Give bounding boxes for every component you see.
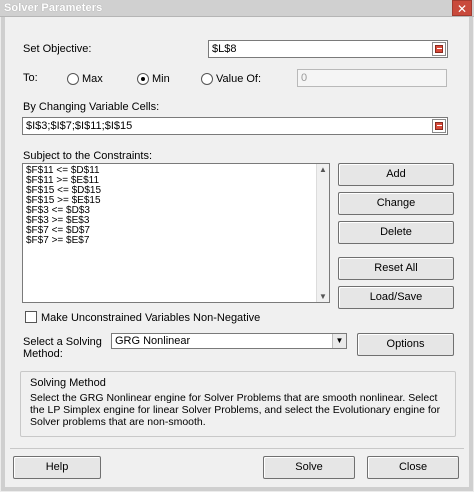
delete-button[interactable]: Delete [338, 221, 454, 244]
dropdown-arrow-icon[interactable]: ▼ [332, 334, 346, 348]
change-button[interactable]: Change [338, 192, 454, 215]
title-bar: Solver Parameters ✕ [0, 0, 474, 17]
changing-cells-label: By Changing Variable Cells: [23, 101, 160, 113]
solving-method-selected: GRG Nonlinear [115, 335, 191, 347]
load-save-button[interactable]: Load/Save [338, 286, 454, 309]
scroll-down-icon[interactable]: ▼ [317, 291, 329, 302]
max-radio-label: Max [82, 73, 103, 85]
collapse-dialog-icon[interactable] [432, 119, 446, 133]
solving-method-select[interactable]: GRG Nonlinear ▼ [111, 333, 347, 349]
nonnegative-checkbox[interactable] [25, 311, 37, 323]
help-button[interactable]: Help [13, 456, 101, 479]
min-radio-label: Min [152, 73, 170, 85]
nonnegative-label: Make Unconstrained Variables Non-Negativ… [41, 312, 261, 324]
constraint-item[interactable]: $F$7 >= $E$7 [23, 236, 329, 246]
reset-all-button[interactable]: Reset All [338, 257, 454, 280]
add-button[interactable]: Add [338, 163, 454, 186]
close-window-icon[interactable]: ✕ [452, 0, 472, 16]
solving-method-description: Select the GRG Nonlinear engine for Solv… [30, 392, 441, 428]
constraints-label: Subject to the Constraints: [23, 150, 153, 162]
close-button[interactable]: Close [367, 456, 459, 479]
max-radio[interactable] [67, 73, 79, 85]
solving-method-label-line2: Method: [23, 348, 63, 360]
solve-button[interactable]: Solve [263, 456, 355, 479]
constraints-listbox[interactable]: $F$11 <= $D$11 $F$11 >= $E$11 $F$15 <= $… [22, 163, 330, 303]
set-objective-label: Set Objective: [23, 43, 92, 55]
value-of-radio[interactable] [201, 73, 213, 85]
scroll-up-icon[interactable]: ▲ [317, 164, 329, 175]
value-of-radio-label: Value Of: [216, 73, 262, 85]
constraints-scrollbar[interactable]: ▲ ▼ [316, 164, 329, 302]
to-label: To: [23, 72, 38, 84]
solving-method-group-title: Solving Method [30, 377, 106, 389]
min-radio[interactable] [137, 73, 149, 85]
changing-cells-input[interactable]: $I$3;$I$7;$I$11;$I$15 [22, 117, 448, 135]
options-button[interactable]: Options [357, 333, 454, 356]
window-title: Solver Parameters [4, 2, 103, 14]
footer-separator [10, 448, 464, 449]
solving-method-label-line1: Select a Solving [23, 336, 102, 348]
set-objective-input[interactable]: $L$8 [208, 40, 448, 58]
collapse-dialog-icon[interactable] [432, 42, 446, 56]
value-of-input[interactable]: 0 [297, 69, 447, 87]
